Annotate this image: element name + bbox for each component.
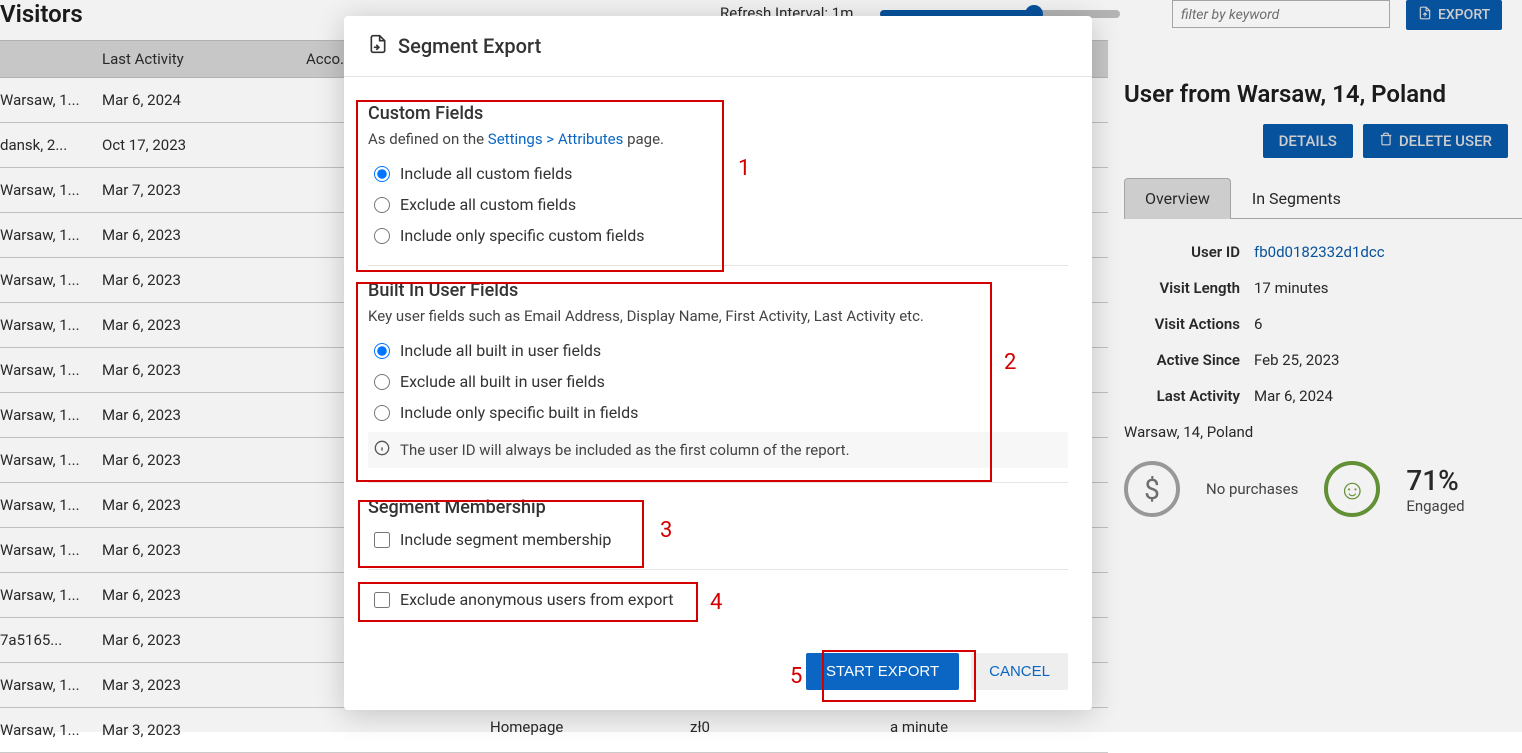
radio-include-all-custom[interactable]: Include all custom fields (368, 158, 1068, 189)
checkbox-exclude-anonymous[interactable]: Exclude anonymous users from export (368, 584, 1068, 615)
custom-fields-desc: As defined on the Settings > Attributes … (368, 130, 1068, 148)
radio-include-specific-custom[interactable]: Include only specific custom fields (368, 220, 1068, 251)
start-export-button[interactable]: START EXPORT (806, 653, 959, 690)
custom-fields-heading: Custom Fields (368, 103, 1068, 124)
segment-export-modal: Segment Export Custom Fields As defined … (344, 16, 1092, 710)
radio-exclude-all-builtin[interactable]: Exclude all built in user fields (368, 366, 1068, 397)
info-user-id-note: The user ID will always be included as t… (368, 432, 1068, 468)
cancel-button[interactable]: CANCEL (971, 653, 1068, 690)
builtin-fields-desc: Key user fields such as Email Address, D… (368, 307, 1068, 325)
settings-attributes-link[interactable]: Settings > Attributes (488, 130, 624, 148)
export-doc-icon (368, 34, 388, 58)
radio-exclude-all-custom[interactable]: Exclude all custom fields (368, 189, 1068, 220)
builtin-fields-heading: Built In User Fields (368, 280, 1068, 301)
radio-include-all-builtin[interactable]: Include all built in user fields (368, 335, 1068, 366)
segment-membership-heading: Segment Membership (368, 497, 1068, 518)
info-icon (374, 440, 390, 460)
radio-include-specific-builtin[interactable]: Include only specific built in fields (368, 397, 1068, 428)
checkbox-include-segment-membership[interactable]: Include segment membership (368, 524, 1068, 555)
modal-title: Segment Export (398, 34, 541, 58)
